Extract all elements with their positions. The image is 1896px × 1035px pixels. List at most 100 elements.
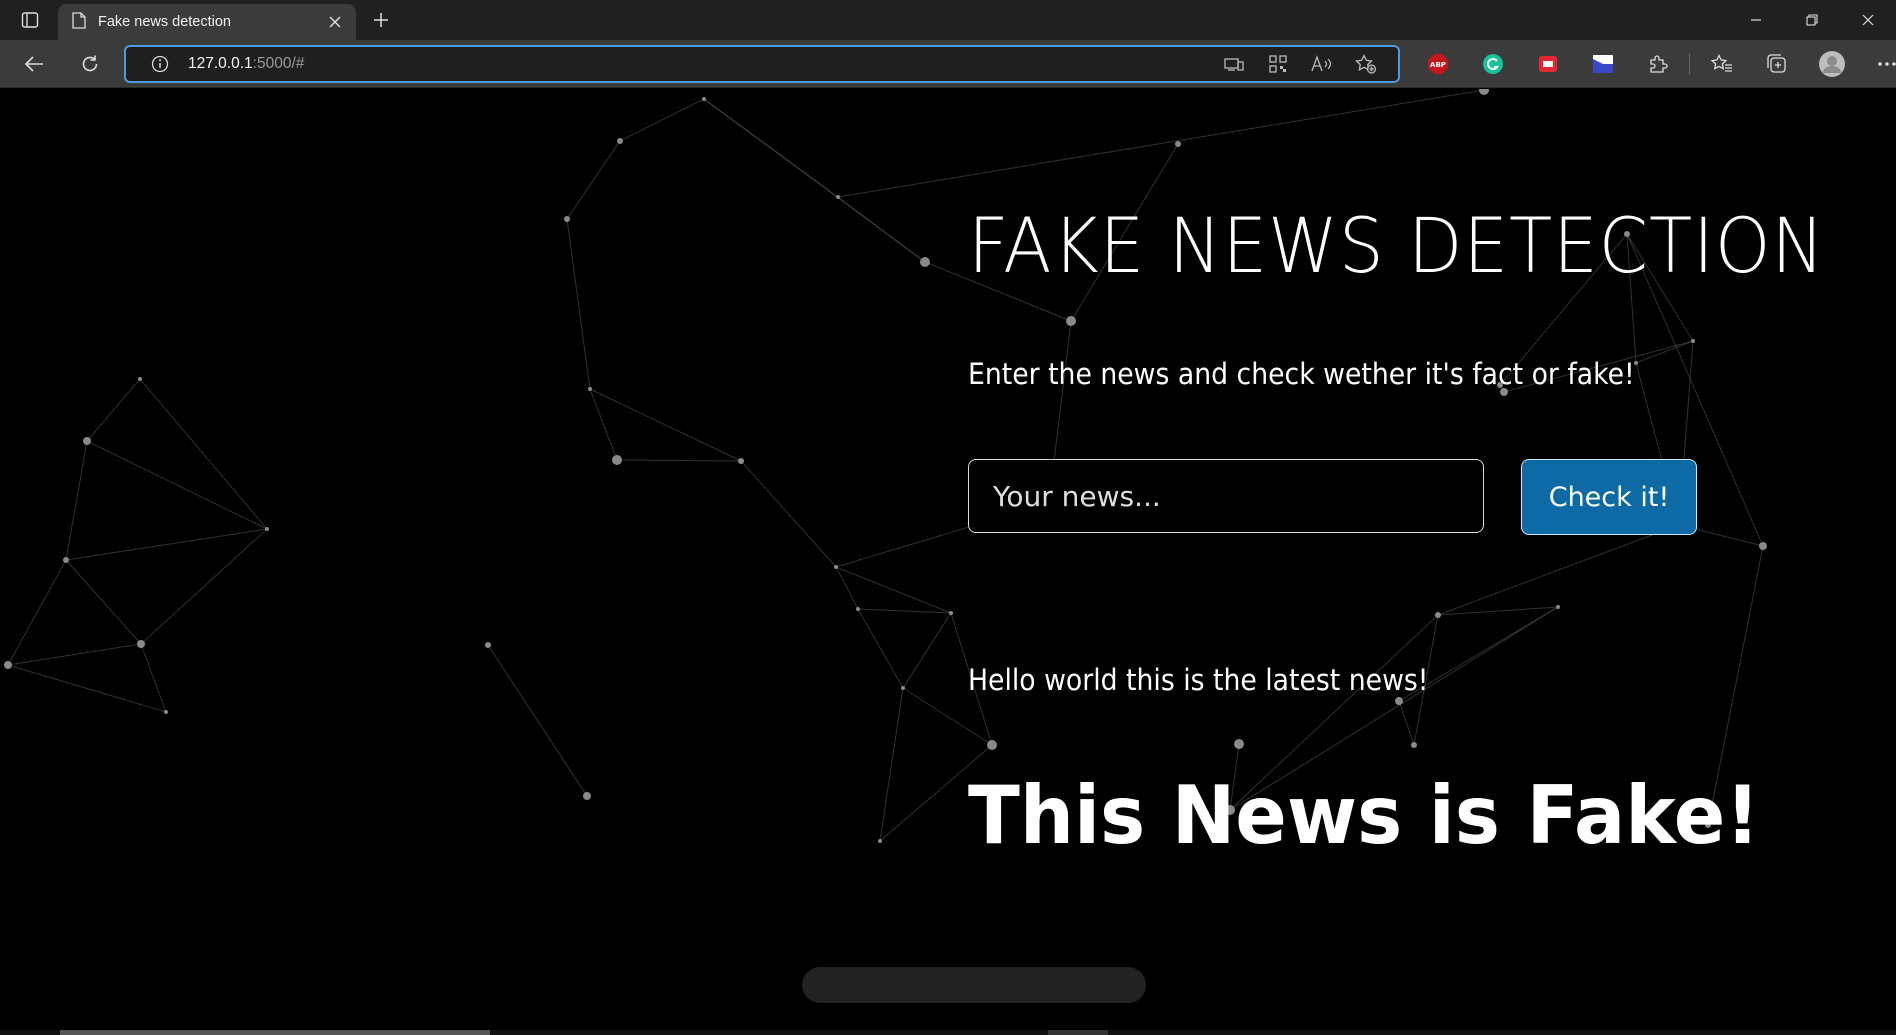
verdict-result: This News is Fake! [968, 769, 1760, 862]
network-link [140, 528, 268, 645]
app-available-icon[interactable] [1212, 48, 1256, 80]
network-link [902, 612, 952, 689]
network-link [616, 459, 742, 462]
address-bar-icons [1212, 48, 1388, 80]
browser-toolbar: 127.0.0.1:5000/# ABP [0, 40, 1896, 88]
page-viewport: FAKE NEWS DETECTION Enter the news and c… [0, 89, 1896, 1035]
network-node [949, 611, 953, 615]
network-node [137, 640, 145, 648]
add-favorite-icon[interactable] [1344, 48, 1388, 80]
restore-icon[interactable] [1784, 0, 1840, 40]
url-host: 127.0.0.1 [188, 55, 253, 72]
tab-title: Fake news detection [98, 14, 231, 30]
network-link [835, 566, 859, 610]
collections-icon[interactable] [1749, 46, 1804, 82]
qr-code-icon[interactable] [1256, 48, 1300, 80]
redacted-area [802, 967, 1146, 1003]
read-aloud-icon[interactable] [1300, 48, 1344, 80]
extensions-puzzle-icon[interactable] [1630, 46, 1685, 82]
network-link [879, 687, 904, 842]
back-arrow-icon[interactable] [16, 46, 52, 82]
network-link [65, 440, 88, 561]
more-options-icon[interactable] [1859, 46, 1896, 82]
network-link [589, 388, 742, 462]
network-link [140, 643, 167, 713]
network-node [138, 377, 142, 381]
network-node [878, 839, 882, 843]
scrollbar-thumb[interactable] [60, 1030, 490, 1035]
network-node [485, 642, 491, 648]
extensions-bar: ABP [1410, 46, 1896, 82]
network-node [834, 565, 838, 569]
browser-window: Fake news detection 127.0.0.1:5000/# ABP… [0, 0, 1896, 1035]
close-tab-icon[interactable] [324, 11, 346, 33]
network-node [4, 661, 12, 669]
new-tab-icon[interactable] [366, 6, 396, 34]
network-link [837, 89, 1485, 198]
network-link [7, 559, 67, 666]
network-node [836, 195, 840, 199]
grammarly-extension-icon[interactable] [1465, 46, 1520, 82]
network-node [738, 458, 744, 464]
network-node [1395, 697, 1403, 705]
url-path: :5000/# [252, 55, 305, 72]
news-input[interactable] [968, 459, 1484, 533]
scrollbar-track-segment [1048, 1030, 1108, 1035]
profile-avatar-icon[interactable] [1804, 46, 1859, 82]
network-link [835, 566, 952, 614]
page-subtitle: Enter the news and check wether it's fac… [968, 357, 1635, 391]
refresh-icon[interactable] [72, 46, 108, 82]
network-link [1437, 524, 1680, 616]
network-link [7, 664, 167, 713]
video-extension-icon[interactable] [1520, 46, 1575, 82]
network-node [265, 527, 269, 531]
latest-news-text: Hello world this is the latest news! [968, 663, 1429, 697]
minimize-icon[interactable] [1728, 0, 1784, 40]
url-text[interactable]: 127.0.0.1:5000/# [188, 55, 1212, 73]
network-link [857, 608, 952, 614]
window-controls [1728, 0, 1896, 40]
network-link [740, 460, 837, 568]
network-link [857, 608, 904, 689]
network-link [65, 528, 268, 561]
network-link [619, 98, 705, 142]
active-tab[interactable]: Fake news detection [58, 4, 356, 40]
network-node [63, 557, 69, 563]
network-node [1759, 542, 1767, 550]
toolbar-divider [1689, 53, 1690, 75]
network-node [612, 455, 622, 465]
network-link [1635, 340, 1694, 364]
network-node [702, 97, 706, 101]
network-node [617, 138, 623, 144]
network-node [83, 437, 91, 445]
favorites-icon[interactable] [1694, 46, 1749, 82]
close-window-icon[interactable] [1840, 0, 1896, 40]
tab-actions-icon[interactable] [12, 6, 48, 34]
page-title: FAKE NEWS DETECTION [968, 201, 1826, 290]
flag-extension-icon[interactable] [1575, 46, 1630, 82]
network-node [588, 387, 592, 391]
horizontal-scrollbar[interactable] [0, 1030, 1896, 1035]
network-link [65, 559, 142, 645]
network-link [86, 378, 141, 442]
network-node [583, 792, 591, 800]
network-link [139, 378, 268, 530]
check-button[interactable]: Check it! [1521, 459, 1697, 535]
network-node [856, 607, 860, 611]
network-node [1175, 141, 1181, 147]
adblock-extension-icon[interactable]: ABP [1410, 46, 1465, 82]
network-link [1398, 700, 1415, 746]
network-link [86, 440, 268, 530]
tab-strip: Fake news detection [0, 0, 1896, 40]
network-node [564, 216, 570, 222]
network-node [1556, 605, 1560, 609]
address-bar[interactable]: 127.0.0.1:5000/# [124, 45, 1400, 83]
svg-text:ABP: ABP [1430, 61, 1446, 69]
network-node [1066, 316, 1076, 326]
network-node [1411, 742, 1417, 748]
network-node [1435, 612, 1441, 618]
network-node [920, 257, 930, 267]
site-info-icon[interactable] [148, 52, 172, 76]
network-node [987, 740, 997, 750]
page-icon [72, 11, 86, 33]
